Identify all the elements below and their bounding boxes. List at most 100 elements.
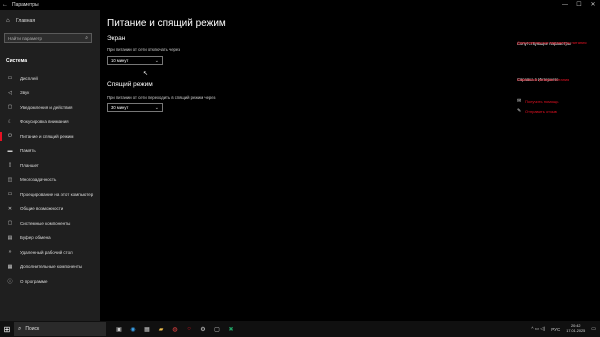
chrome-icon[interactable]: ◍ — [168, 322, 182, 336]
nav-list: ▭ Дисплей ◁ Звук ▢ Уведомления и действия ☾… — [0, 71, 100, 289]
sidebar-item-power[interactable]: ⏻ Питание и спящий режим — [0, 129, 100, 144]
power-mode-link[interactable]: Изменение режима питания — [517, 77, 569, 82]
optional-features-icon: ▦ — [7, 263, 13, 270]
close-icon[interactable]: ✕ — [586, 0, 600, 10]
sleep-timeout-dropdown[interactable]: 30 минут ⌄ — [107, 103, 163, 112]
store-icon[interactable]: ▦ — [140, 322, 154, 336]
app-icon[interactable]: ▢ — [210, 322, 224, 336]
sidebar-item-label: Общие возможности — [20, 206, 64, 212]
section-title: Система — [6, 58, 28, 64]
get-help-label: Получить помощь — [525, 98, 559, 104]
sleep-timeout-value: 30 минут — [111, 105, 129, 110]
sidebar-item-optional[interactable]: ▦ Дополнительные компоненты — [0, 260, 100, 275]
additional-power-settings-link[interactable]: Дополнительные параметры питания — [517, 40, 587, 45]
taskbar: ⊞ ⌕ Поиск ▣ ◉ ▦ ▰ ◍ ○ ⚙ ▢ ✖ ^ ▭ ◁) РУС 2… — [0, 321, 600, 337]
task-view-icon[interactable]: ▣ — [112, 322, 126, 336]
tablet-icon: ▯ — [8, 162, 12, 169]
chevron-down-icon: ⌄ — [154, 104, 159, 111]
home-icon: ⌂ — [6, 18, 10, 24]
info-icon: ⓘ — [7, 278, 13, 285]
sidebar-item-about[interactable]: ⓘ О программе — [0, 274, 100, 289]
storage-icon: ▬ — [7, 147, 13, 154]
sidebar-item-label: Фокусировка внимания — [20, 119, 69, 125]
sidebar-item-label: Проецирование на этот компьютер — [20, 191, 94, 197]
help-chat-icon: ✉ — [517, 98, 522, 104]
system-tray: ^ ▭ ◁) РУС 20:42 17.01.2025 ▭ — [531, 321, 596, 337]
sidebar-item-label: Удаленный рабочий стол — [20, 249, 73, 255]
screen-label: При питании от сети отключать через — [107, 47, 181, 52]
shared-experiences-icon: ✕ — [7, 205, 13, 212]
search-input[interactable]: Найти параметр ⌕ — [4, 33, 92, 43]
feedback-link[interactable]: ✎ Отправить отзыв — [517, 108, 557, 114]
edge-icon[interactable]: ◉ — [126, 322, 140, 336]
sidebar-item-label: Питание и спящий режим — [20, 133, 74, 139]
opera-icon[interactable]: ○ — [182, 322, 196, 336]
sidebar-item-label: Память — [20, 148, 36, 154]
settings-icon[interactable]: ⚙ — [196, 322, 210, 336]
taskbar-search[interactable]: ⌕ Поиск — [14, 322, 106, 336]
sidebar-item-label: Планшет — [20, 162, 39, 168]
sidebar-item-label: О программе — [20, 278, 48, 284]
search-icon: ⌕ — [18, 325, 22, 332]
sidebar: ⌂ Главная Найти параметр ⌕ Система ▭ Дисп… — [0, 10, 100, 321]
back-arrow-icon[interactable]: ← — [0, 2, 10, 8]
multitasking-icon: ◫ — [7, 176, 13, 183]
sidebar-item-notifications[interactable]: ▢ Уведомления и действия — [0, 100, 100, 115]
maximize-icon[interactable]: ☐ — [572, 0, 586, 10]
sidebar-item-multitasking[interactable]: ◫ Многозадачность — [0, 173, 100, 188]
tray-symbols[interactable]: ^ ▭ ◁) — [531, 326, 545, 332]
home-label: Главная — [16, 18, 36, 24]
feedback-label: Отправить отзыв — [525, 108, 557, 114]
sleep-heading: Спящий режим — [107, 81, 153, 88]
sidebar-item-remote[interactable]: » Удаленный рабочий стол — [0, 245, 100, 260]
language-indicator[interactable]: РУС — [551, 327, 560, 332]
main-panel: Питание и спящий режим Экран При питании… — [100, 10, 600, 321]
sidebar-item-label: Системные компоненты — [20, 220, 71, 226]
notifications-icon: ▢ — [7, 104, 13, 111]
sidebar-item-label: Буфер обмена — [20, 235, 51, 241]
mouse-cursor-icon: ↖ — [143, 71, 149, 77]
screen-timeout-value: 10 минут — [111, 58, 129, 63]
sidebar-item-label: Звук — [20, 90, 30, 96]
page-title: Питание и спящий режим — [107, 18, 226, 29]
sidebar-item-sound[interactable]: ◁ Звук — [0, 86, 100, 101]
minimize-icon[interactable]: — — [558, 0, 572, 10]
projecting-icon: ▭ — [7, 191, 13, 198]
monitor-icon: ▭ — [7, 75, 13, 82]
components-icon: ▢ — [7, 220, 13, 227]
clock-date: 17.01.2025 — [566, 329, 586, 333]
windows-start-icon[interactable]: ⊞ — [0, 325, 14, 334]
search-placeholder: Найти параметр — [8, 35, 43, 41]
pinned-apps: ▣ ◉ ▦ ▰ ◍ ○ ⚙ ▢ ✖ — [112, 322, 238, 336]
sidebar-item-components[interactable]: ▢ Системные компоненты — [0, 216, 100, 231]
window-controls: — ☐ ✕ — [558, 0, 600, 10]
sidebar-item-label: Уведомления и действия — [20, 104, 73, 110]
sidebar-item-shared[interactable]: ✕ Общие возможности — [0, 202, 100, 217]
power-icon: ⏻ — [8, 133, 12, 140]
home-link[interactable]: ⌂ Главная — [6, 18, 35, 24]
title-bar: ← Параметры — ☐ ✕ — [0, 0, 600, 10]
folder-icon[interactable]: ▰ — [154, 322, 168, 336]
clipboard-icon: ▤ — [7, 234, 13, 241]
clock[interactable]: 20:42 17.01.2025 — [566, 324, 585, 334]
sleep-label: При питании от сети переходить в спящий … — [107, 95, 216, 100]
notifications-icon[interactable]: ▭ — [591, 326, 596, 332]
excel-icon[interactable]: ✖ — [224, 322, 238, 336]
get-help-link[interactable]: ✉ Получить помощь — [517, 98, 558, 104]
sidebar-item-focus[interactable]: ☾ Фокусировка внимания — [0, 115, 100, 130]
search-icon: ⌕ — [85, 35, 88, 41]
sidebar-item-projecting[interactable]: ▭ Проецирование на этот компьютер — [0, 187, 100, 202]
sidebar-item-label: Дополнительные компоненты — [20, 264, 83, 270]
sidebar-item-storage[interactable]: ▬ Память — [0, 144, 100, 159]
screen-heading: Экран — [107, 35, 126, 42]
sidebar-item-clipboard[interactable]: ▤ Буфер обмена — [0, 231, 100, 246]
sidebar-item-label: Многозадачность — [20, 177, 57, 183]
sidebar-item-display[interactable]: ▭ Дисплей — [0, 71, 100, 86]
taskbar-search-label: Поиск — [25, 326, 40, 332]
speaker-icon: ◁ — [8, 89, 12, 96]
screen-timeout-dropdown[interactable]: 10 минут ⌄ — [107, 56, 163, 65]
feedback-icon: ✎ — [517, 108, 522, 114]
sidebar-item-label: Дисплей — [20, 75, 38, 81]
sidebar-item-tablet[interactable]: ▯ Планшет — [0, 158, 100, 173]
chevron-down-icon: ⌄ — [154, 57, 159, 64]
